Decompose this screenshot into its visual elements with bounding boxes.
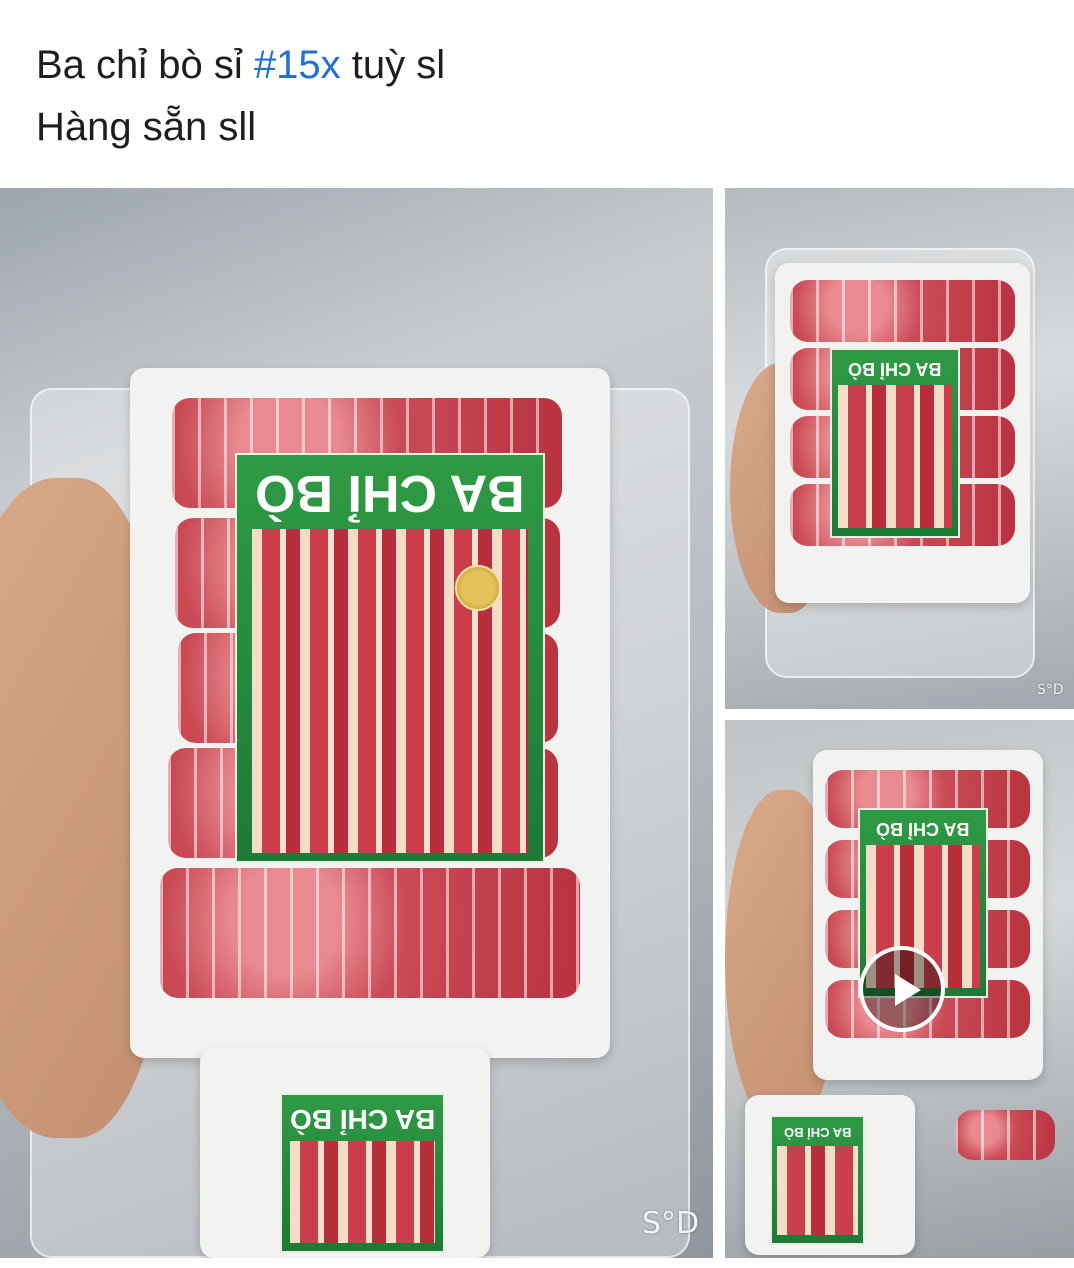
post-photo-main[interactable]: BA CHỈ BÒ BA CHỈ BÒ S°D bbox=[0, 188, 713, 1258]
product-label: BA CHỈ BÒ bbox=[770, 1115, 865, 1245]
watermark: S°D bbox=[642, 1206, 700, 1241]
product-label: BA CHỈ BÒ bbox=[280, 1093, 445, 1253]
post-line-2: Hàng sẵn sll bbox=[36, 105, 257, 149]
product-label-image bbox=[776, 1146, 859, 1235]
post-text-part: Ba chỉ bò sỉ bbox=[36, 43, 254, 87]
watermark: S°D bbox=[1037, 682, 1064, 698]
post-text-part: tuỳ sl bbox=[340, 43, 446, 87]
product-label-image bbox=[290, 1141, 435, 1243]
quality-badge-icon bbox=[455, 565, 501, 611]
product-label-title: BA CHỈ BÒ bbox=[289, 1104, 436, 1135]
post-photo-side-1[interactable]: BA CHỈ BÒ S°D bbox=[725, 188, 1074, 709]
product-label-image bbox=[838, 385, 952, 528]
product-label-title: BA CHỈ BÒ bbox=[255, 464, 525, 522]
post-line-1: Ba chỉ bò sỉ #15x tuỳ sl bbox=[36, 34, 1036, 96]
meat-roll bbox=[790, 280, 1015, 342]
meat-roll bbox=[955, 1110, 1055, 1160]
product-label-title: BA CHỈ BÒ bbox=[783, 1125, 852, 1140]
play-button[interactable] bbox=[859, 946, 945, 1032]
post-text: Ba chỉ bò sỉ #15x tuỳ sl Hàng sẵn sll bbox=[36, 34, 1036, 158]
hashtag-link[interactable]: #15x bbox=[254, 43, 341, 87]
product-label-title: BA CHỈ BÒ bbox=[848, 359, 942, 379]
product-label: BA CHỈ BÒ bbox=[830, 348, 960, 538]
product-label: BA CHỈ BÒ bbox=[235, 453, 545, 863]
product-label-title: BA CHỈ BÒ bbox=[876, 819, 970, 839]
play-icon bbox=[895, 974, 921, 1006]
meat-roll bbox=[160, 868, 580, 998]
